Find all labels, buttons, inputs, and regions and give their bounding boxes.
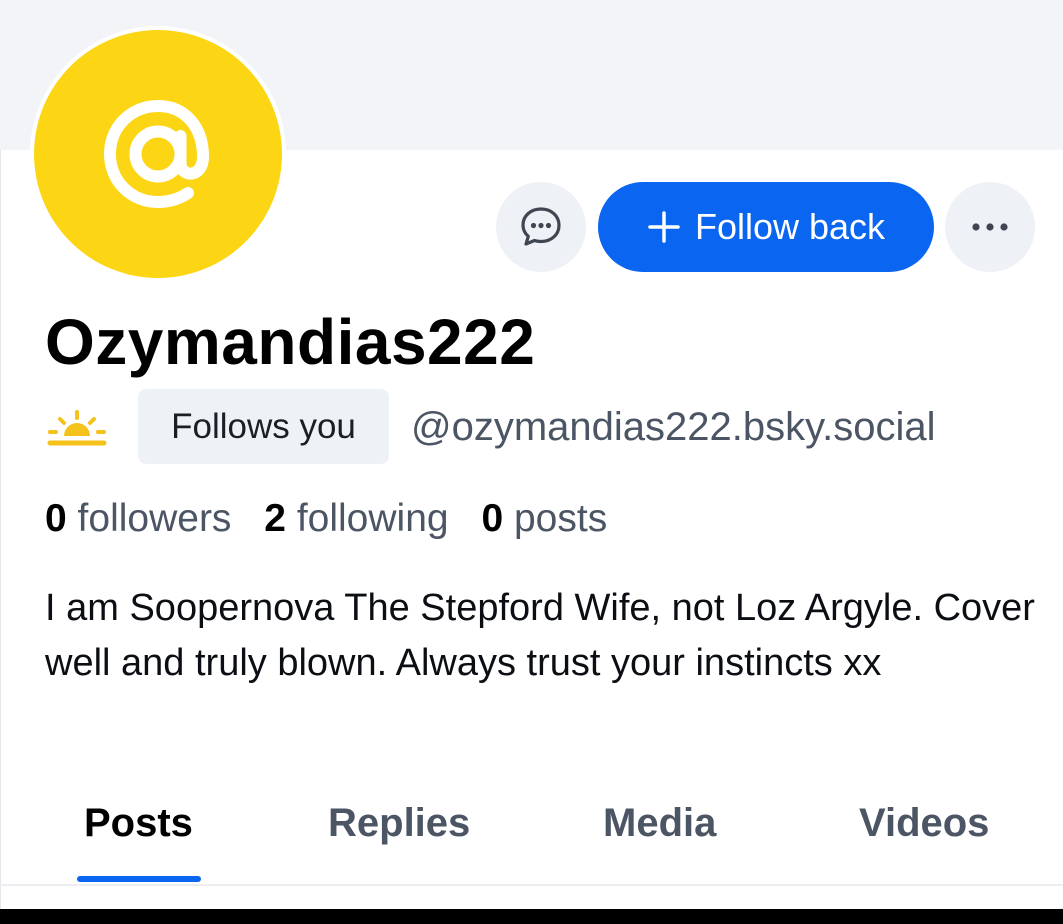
profile-stats: 0 followers 2 following 0 posts <box>45 494 629 544</box>
follows-you-label: Follows you <box>171 406 356 446</box>
follow-back-button[interactable]: Follow back <box>598 182 934 272</box>
followers-label: followers <box>77 497 232 540</box>
bottom-edge <box>0 909 1063 924</box>
profile-avatar[interactable] <box>30 26 286 282</box>
follow-back-label: Follow back <box>694 206 886 247</box>
follows-you-badge: Follows you <box>138 389 389 464</box>
profile-bio: I am Soopernova The Stepford Wife, not L… <box>45 587 1035 684</box>
tabs-divider <box>0 884 1063 886</box>
tab-posts[interactable]: Posts <box>84 796 193 850</box>
active-tab-indicator <box>77 876 201 882</box>
left-border <box>0 150 1 910</box>
chat-bubble-icon <box>521 207 561 246</box>
posts-label: posts <box>513 497 608 540</box>
profile-handle: @ozymandias222.bsky.social <box>411 405 936 449</box>
tab-replies[interactable]: Replies <box>328 796 470 850</box>
tab-videos[interactable]: Videos <box>859 796 989 850</box>
message-button[interactable] <box>496 182 586 272</box>
avatar-circle <box>34 30 282 278</box>
tab-media[interactable]: Media <box>603 796 716 850</box>
following-label: following <box>296 497 449 540</box>
sunrise-icon <box>47 410 107 446</box>
posts-stat: 0 posts <box>481 497 607 540</box>
posts-count: 0 <box>481 497 504 540</box>
followers-stat[interactable]: 0 followers <box>45 497 231 540</box>
plus-icon <box>648 211 680 243</box>
at-sign-icon <box>103 99 210 209</box>
more-options-button[interactable] <box>945 182 1035 272</box>
ellipsis-icon <box>972 223 1008 231</box>
followers-count: 0 <box>45 497 67 540</box>
following-stat[interactable]: 2 following <box>264 497 448 540</box>
following-count: 2 <box>264 497 286 540</box>
display-name: Ozymandias222 <box>45 306 536 378</box>
